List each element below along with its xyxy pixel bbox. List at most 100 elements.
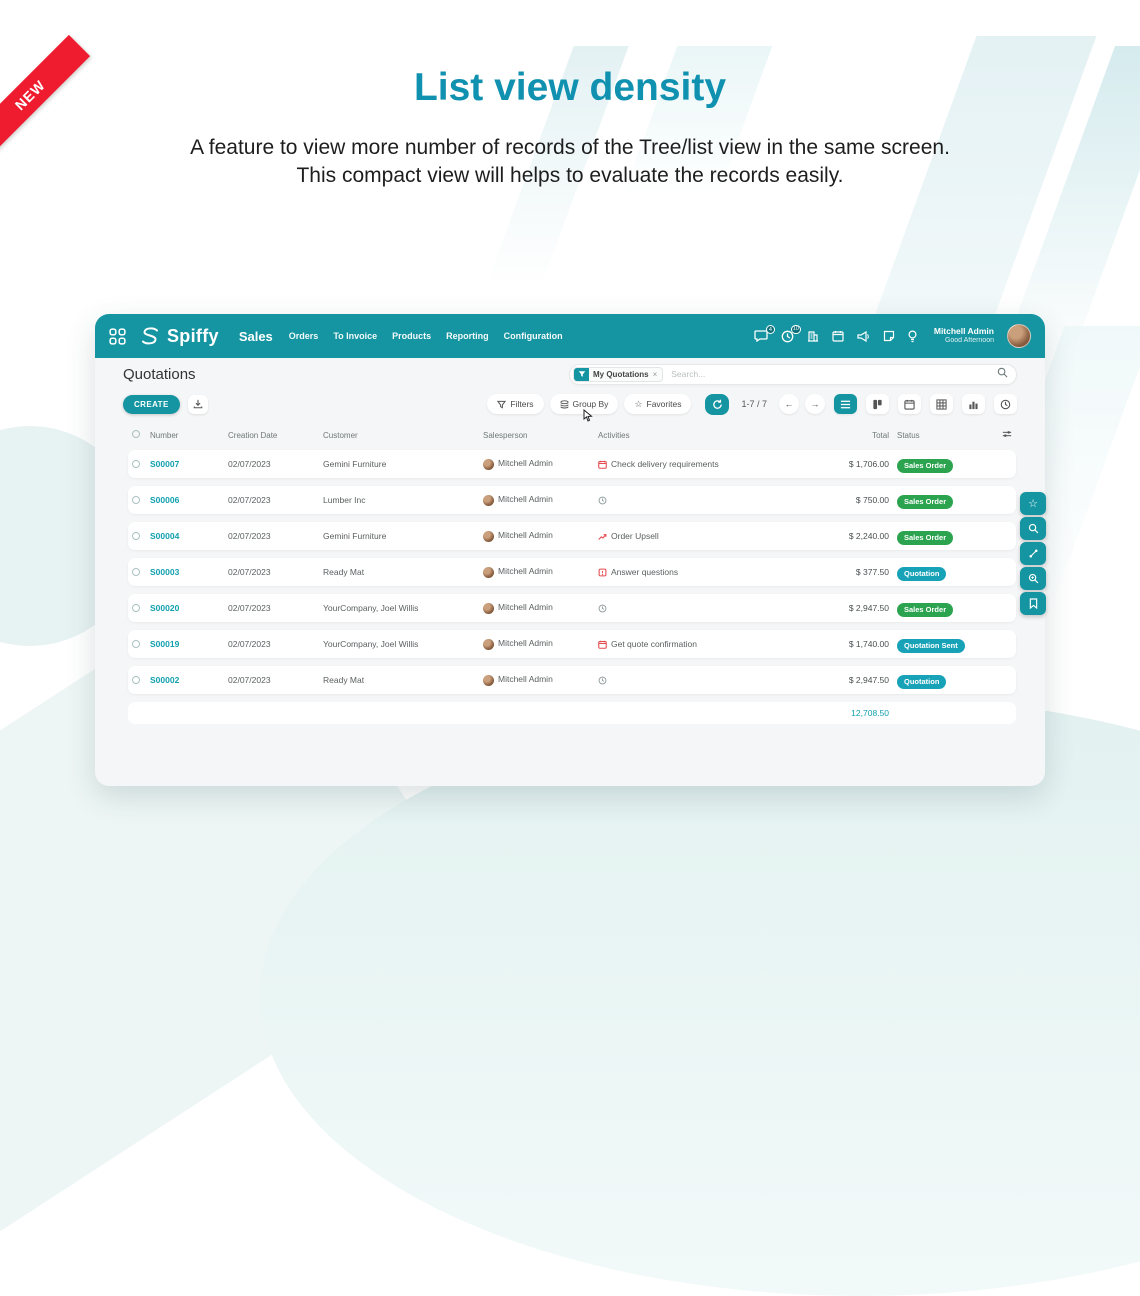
quotation-number[interactable]: S00002 — [150, 675, 228, 685]
status-badge: Sales Order — [897, 495, 953, 509]
menu-item-to-invoice[interactable]: To Invoice — [333, 331, 377, 341]
select-all-radio[interactable] — [132, 430, 140, 438]
current-app-name[interactable]: Sales — [239, 329, 273, 344]
search-icon[interactable] — [997, 365, 1008, 383]
search-facet[interactable]: My Quotations × — [573, 367, 663, 382]
megaphone-icon[interactable] — [857, 331, 870, 342]
activity-cell[interactable]: Answer questions — [598, 567, 782, 577]
view-calendar-button[interactable] — [898, 394, 921, 414]
spiffy-logo[interactable]: Spiffy — [138, 324, 219, 348]
facet-remove-icon[interactable]: × — [653, 370, 663, 379]
pager-range: 1-7 / 7 — [741, 399, 767, 409]
table-row[interactable]: S0001902/07/2023YourCompany, Joel Willis… — [128, 630, 1016, 658]
page-subheading: A feature to view more number of records… — [0, 134, 1140, 190]
view-activity-button[interactable] — [994, 394, 1017, 414]
table-row[interactable]: S0000602/07/2023Lumber IncMitchell Admin… — [128, 486, 1016, 514]
quotation-number[interactable]: S00007 — [150, 459, 228, 469]
customer-name: YourCompany, Joel Willis — [323, 603, 483, 613]
subheading-line2: This compact view will helps to evaluate… — [0, 162, 1140, 190]
total-amount: $ 1,706.00 — [782, 459, 897, 469]
activity-cell[interactable]: Get quote confirmation — [598, 639, 782, 649]
zoom-search-button[interactable] — [1020, 567, 1046, 590]
salesperson-cell: Mitchell Admin — [483, 638, 598, 649]
subheading-line1: A feature to view more number of records… — [0, 134, 1140, 162]
user-greeting: Good Afternoon — [934, 337, 994, 346]
view-list-button[interactable] — [834, 394, 857, 414]
quotation-number[interactable]: S00020 — [150, 603, 228, 613]
spiffy-logo-icon — [138, 324, 162, 348]
row-select-radio[interactable] — [132, 640, 140, 648]
messages-icon[interactable]: 4 — [754, 330, 768, 342]
table-row[interactable]: S0000702/07/2023Gemini FurnitureMitchell… — [128, 450, 1016, 478]
search-input[interactable] — [663, 369, 997, 379]
col-number[interactable]: Number — [150, 431, 228, 440]
salesperson-avatar — [483, 639, 494, 650]
creation-date: 02/07/2023 — [228, 495, 323, 505]
user-avatar[interactable] — [1007, 324, 1031, 348]
creation-date: 02/07/2023 — [228, 675, 323, 685]
activity-cell[interactable] — [598, 604, 782, 613]
table-row[interactable]: S0000202/07/2023Ready MatMitchell Admin$… — [128, 666, 1016, 694]
calendar-icon[interactable] — [832, 330, 844, 342]
activity-cell[interactable] — [598, 676, 782, 685]
lightbulb-icon[interactable] — [908, 330, 917, 343]
resize-arrow-button[interactable] — [1020, 542, 1046, 565]
activity-clock-icon[interactable]: 10 — [781, 330, 794, 343]
apps-grid-icon[interactable] — [109, 328, 126, 345]
activity-cell[interactable] — [598, 496, 782, 505]
row-select-radio[interactable] — [132, 676, 140, 684]
row-select-radio[interactable] — [132, 532, 140, 540]
facet-label: My Quotations — [589, 370, 653, 379]
status-badge: Quotation Sent — [897, 639, 965, 653]
search-bar[interactable]: My Quotations × — [569, 364, 1017, 385]
column-settings-icon[interactable] — [1002, 429, 1016, 441]
table-row[interactable]: S0000302/07/2023Ready MatMitchell AdminA… — [128, 558, 1016, 586]
row-select-radio[interactable] — [132, 568, 140, 576]
row-select-radio[interactable] — [132, 496, 140, 504]
view-graph-button[interactable] — [962, 394, 985, 414]
col-total[interactable]: Total — [782, 431, 897, 440]
total-amount: $ 377.50 — [782, 567, 897, 577]
refresh-button[interactable] — [705, 394, 729, 415]
col-creation-date[interactable]: Creation Date — [228, 431, 323, 440]
app-window: Spiffy Sales Orders To Invoice Products Rep… — [95, 314, 1045, 786]
customer-name: Ready Mat — [323, 675, 483, 685]
row-select-radio[interactable] — [132, 460, 140, 468]
activity-cell[interactable]: Order Upsell — [598, 531, 782, 541]
star-icon: ☆ — [634, 399, 642, 410]
table-row[interactable]: S0000402/07/2023Gemini FurnitureMitchell… — [128, 522, 1016, 550]
salesperson-avatar — [483, 567, 494, 578]
create-button[interactable]: CREATE — [123, 395, 180, 414]
pager-next-button[interactable]: → — [805, 394, 825, 414]
col-activities[interactable]: Activities — [598, 431, 782, 440]
filter-facet-icon — [574, 367, 589, 382]
quotation-number[interactable]: S00004 — [150, 531, 228, 541]
row-select-radio[interactable] — [132, 604, 140, 612]
creation-date: 02/07/2023 — [228, 459, 323, 469]
notes-icon[interactable] — [883, 330, 895, 342]
menu-item-orders[interactable]: Orders — [289, 331, 319, 341]
activity-calendar-icon — [598, 640, 607, 649]
bookmark-button[interactable] — [1020, 592, 1046, 615]
pager-prev-button[interactable]: ← — [779, 394, 799, 414]
view-kanban-button[interactable] — [866, 394, 889, 414]
col-salesperson[interactable]: Salesperson — [483, 431, 598, 440]
building-icon[interactable] — [807, 330, 819, 342]
activity-cell[interactable]: Check delivery requirements — [598, 459, 782, 469]
view-pivot-button[interactable] — [930, 394, 953, 414]
menu-item-reporting[interactable]: Reporting — [446, 331, 489, 341]
col-customer[interactable]: Customer — [323, 431, 483, 440]
favorite-star-button[interactable]: ☆ — [1020, 492, 1046, 515]
user-menu[interactable]: Mitchell Admin Good Afternoon — [934, 326, 994, 345]
menu-item-configuration[interactable]: Configuration — [504, 331, 563, 341]
quotation-number[interactable]: S00006 — [150, 495, 228, 505]
quotation-number[interactable]: S00019 — [150, 639, 228, 649]
col-status[interactable]: Status — [897, 431, 1002, 440]
export-download-icon[interactable] — [188, 395, 208, 414]
quotation-number[interactable]: S00003 — [150, 567, 228, 577]
quick-search-button[interactable] — [1020, 517, 1046, 540]
menu-item-products[interactable]: Products — [392, 331, 431, 341]
favorites-button[interactable]: ☆ Favorites — [624, 394, 691, 414]
filters-button[interactable]: Filters — [487, 394, 543, 414]
table-row[interactable]: S0002002/07/2023YourCompany, Joel Willis… — [128, 594, 1016, 622]
